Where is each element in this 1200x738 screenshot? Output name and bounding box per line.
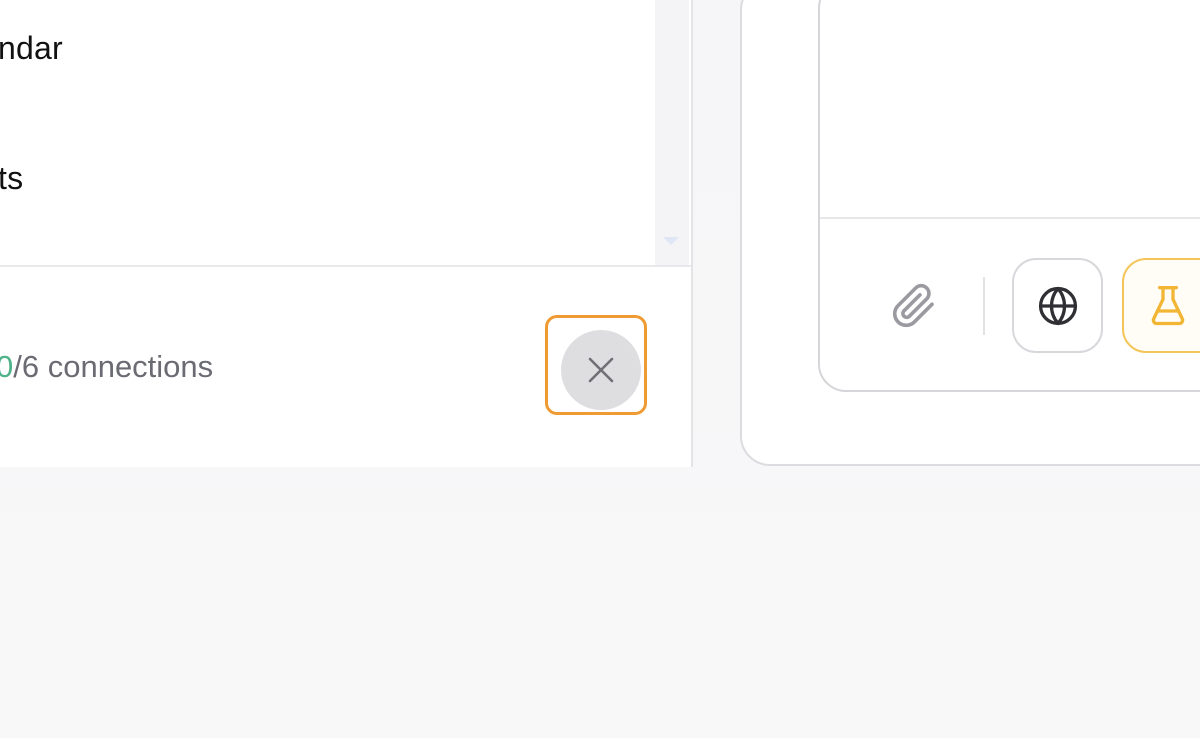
- list-scrollbar[interactable]: [655, 0, 689, 266]
- close-button-highlight: [545, 315, 647, 415]
- composer-divider: [820, 217, 1200, 219]
- connection-item-calendar[interactable]: ndar: [0, 30, 63, 67]
- connections-panel: ndar ts 0/6 connections: [0, 0, 693, 467]
- connections-list: ndar ts: [0, 0, 655, 266]
- attach-file-button[interactable]: [884, 276, 944, 336]
- paperclip-icon: [892, 283, 934, 328]
- flask-icon: [1151, 285, 1185, 325]
- web-search-button[interactable]: [1012, 258, 1103, 353]
- toolbar-separator: [983, 277, 985, 335]
- connections-count: 0/6 connections: [0, 349, 213, 385]
- globe-icon: [1038, 286, 1077, 325]
- connections-count-current: 0: [0, 349, 13, 384]
- connection-item-contacts[interactable]: ts: [0, 160, 23, 197]
- panel-divider: [0, 265, 691, 267]
- screen: ndar ts 0/6 connections: [0, 0, 1200, 738]
- scroll-down-arrow-icon[interactable]: [663, 237, 679, 245]
- research-button[interactable]: [1122, 258, 1200, 353]
- connections-count-label: /6 connections: [13, 349, 214, 384]
